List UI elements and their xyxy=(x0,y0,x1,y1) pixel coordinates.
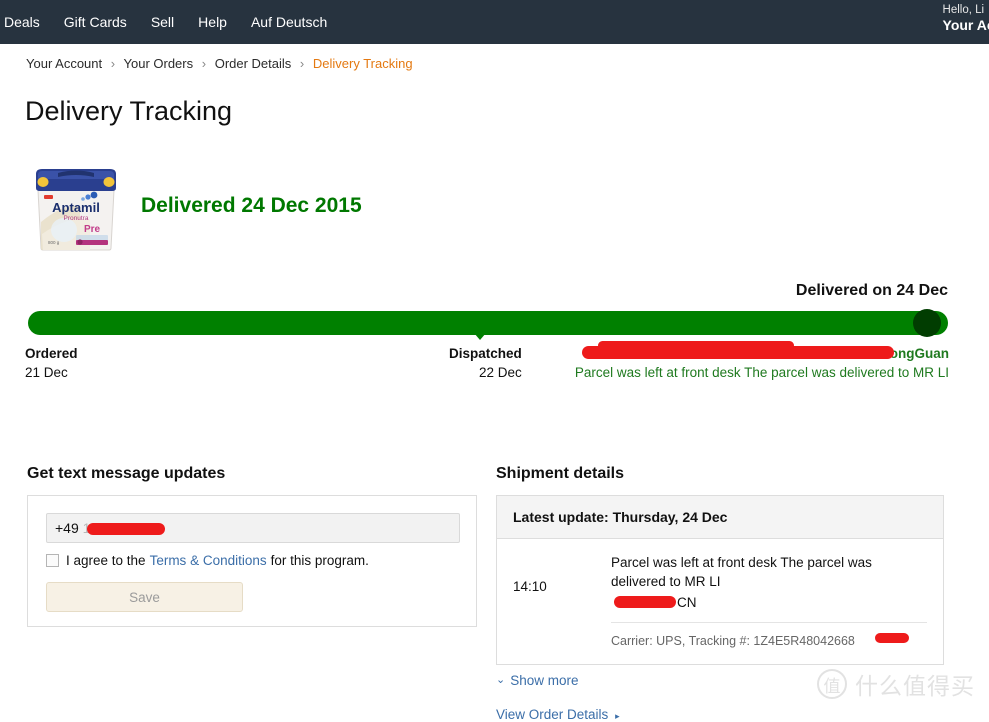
watermark-text: 什么值得买 xyxy=(855,673,975,699)
shipment-latest-update-header: Latest update: Thursday, 24 Dec xyxy=(497,496,943,539)
view-order-details-label: View Order Details xyxy=(496,707,609,722)
delivery-status-headline: Delivered 24 Dec 2015 xyxy=(141,194,362,217)
nav-link-help[interactable]: Help xyxy=(186,0,239,44)
tracker-step-dispatched-label: Dispatched xyxy=(449,346,522,361)
top-navigation-bar: Deals Gift Cards Sell Help Auf Deutsch H… xyxy=(0,0,989,44)
tracker-delivery-address-text: DongGuan xyxy=(880,346,949,361)
svg-text:Pre: Pre xyxy=(84,224,101,235)
svg-text:Aptamil: Aptamil xyxy=(52,200,100,215)
text-message-section-title: Get text message updates xyxy=(27,465,226,482)
watermark-logo-icon: 值 xyxy=(817,669,847,699)
nav-link-deals[interactable]: Deals xyxy=(0,0,52,44)
shipment-carrier-row: Carrier: UPS, Tracking #: 1Z4E5R48042668 xyxy=(611,622,927,664)
watermark: 值 什么值得买 xyxy=(817,667,975,701)
shipment-event-description: Parcel was left at front desk The parcel… xyxy=(611,555,872,589)
shipment-event-time: 14:10 xyxy=(513,579,547,594)
shipment-carrier-text: Carrier: UPS, Tracking #: 1Z4E5R48042668 xyxy=(611,634,855,648)
view-order-details-link[interactable]: View Order Details ▸ xyxy=(496,707,944,722)
redaction-mark-address xyxy=(582,346,894,359)
breadcrumb-separator-icon: › xyxy=(201,56,207,71)
text-message-section: Get text message updates +49 1 I agree t… xyxy=(27,465,477,627)
nav-link-auf-deutsch[interactable]: Auf Deutsch xyxy=(239,0,339,44)
dispatched-step-caret-icon xyxy=(474,333,486,340)
tracker-delivery-message: Parcel was left at front desk The parcel… xyxy=(574,365,949,380)
terms-agreement-prefix: I agree to the xyxy=(66,553,146,568)
terms-agreement-suffix: for this program. xyxy=(270,553,369,568)
svg-text:Pronutra: Pronutra xyxy=(64,215,89,222)
shipment-event-country: CN xyxy=(677,595,697,610)
breadcrumb-item-your-orders[interactable]: Your Orders xyxy=(124,56,194,71)
breadcrumb-separator-icon: › xyxy=(110,56,116,71)
shipment-details-panel: Latest update: Thursday, 24 Dec 14:10 Pa… xyxy=(496,495,944,665)
terms-agreement-checkbox[interactable] xyxy=(46,554,59,567)
product-thumbnail[interactable]: Aptamil Pronutra Pre 800 g xyxy=(28,164,124,252)
svg-text:800 g: 800 g xyxy=(48,240,60,245)
arrow-right-icon: ▸ xyxy=(615,711,620,721)
tracker-delivery-note: DongGuan Parcel was left at front desk T… xyxy=(574,341,949,382)
page-title: Delivery Tracking xyxy=(25,96,233,126)
breadcrumb-item-order-details[interactable]: Order Details xyxy=(215,56,292,71)
redaction-mark-phone xyxy=(87,523,165,535)
show-more-label: Show more xyxy=(510,673,579,688)
breadcrumb: Your Account › Your Orders › Order Detai… xyxy=(26,56,413,71)
shipment-details-title: Shipment details xyxy=(496,465,625,482)
tracker-step-ordered-date: 21 Dec xyxy=(25,365,68,380)
nav-link-gift-cards[interactable]: Gift Cards xyxy=(52,0,139,44)
terms-and-conditions-link[interactable]: Terms & Conditions xyxy=(150,553,267,568)
shipment-event-row: 14:10 Parcel was left at front desk The … xyxy=(497,539,943,664)
account-label: Your Acco xyxy=(942,17,989,34)
redaction-mark-location xyxy=(614,596,676,608)
shipment-event-detail: Parcel was left at front desk The parcel… xyxy=(611,553,927,664)
text-message-card: +49 1 I agree to the Terms & Conditions … xyxy=(27,495,477,627)
breadcrumb-item-your-account[interactable]: Your Account xyxy=(26,56,102,71)
redaction-mark-address-2 xyxy=(598,341,794,350)
phone-country-code: +49 xyxy=(55,520,79,536)
delivered-on-label: Delivered on 24 Dec xyxy=(795,282,948,299)
breadcrumb-separator-icon: › xyxy=(299,56,305,71)
nav-links-group: Deals Gift Cards Sell Help Auf Deutsch xyxy=(0,0,339,44)
redaction-mark-tracking-number xyxy=(875,633,909,643)
phone-number-input[interactable]: +49 1 xyxy=(46,513,460,543)
nav-link-sell[interactable]: Sell xyxy=(139,0,186,44)
account-menu[interactable]: Hello, Li Your Acco xyxy=(943,4,989,33)
delivery-progress-bar xyxy=(28,311,948,335)
shipment-event-location: CN xyxy=(611,593,927,613)
phone-number-value: 1 xyxy=(82,520,91,536)
tracker-step-dispatched: Dispatched 22 Dec xyxy=(449,344,522,382)
save-button[interactable]: Save xyxy=(46,582,243,612)
terms-agreement-row: I agree to the Terms & Conditions for th… xyxy=(46,553,458,568)
tracker-step-ordered-label: Ordered xyxy=(25,346,78,361)
tracker-step-dispatched-date: 22 Dec xyxy=(479,365,522,380)
aptamil-formula-tub-image: Aptamil Pronutra Pre 800 g xyxy=(36,169,116,251)
tracker-step-ordered: Ordered 21 Dec xyxy=(25,344,78,382)
delivery-progress-endpoint-marker xyxy=(913,309,941,337)
tracker-delivery-address: DongGuan xyxy=(575,341,949,363)
account-greeting: Hello, Li xyxy=(942,4,985,16)
chevron-double-down-icon: ⌄ xyxy=(496,674,506,686)
breadcrumb-item-delivery-tracking: Delivery Tracking xyxy=(312,56,413,71)
